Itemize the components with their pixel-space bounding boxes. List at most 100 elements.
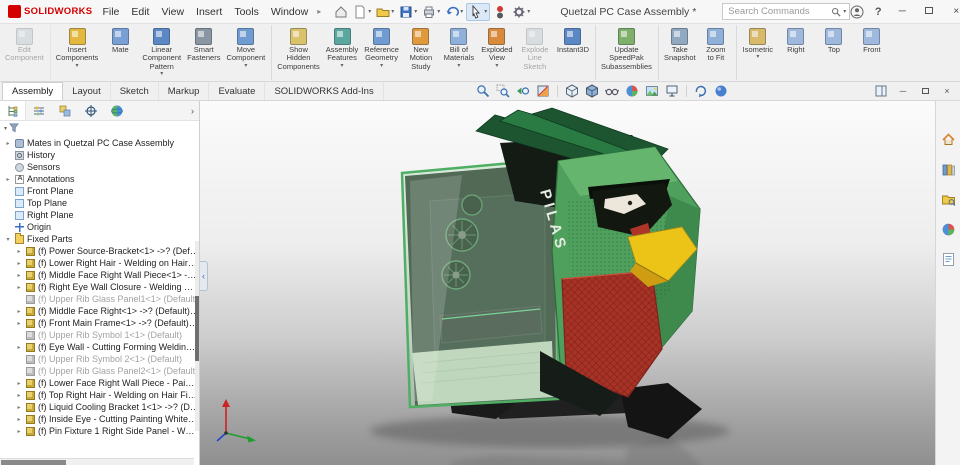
ribbon-button[interactable]: Mate ▾ xyxy=(101,25,139,80)
minimize-window-button[interactable]: ─ xyxy=(892,6,912,17)
expand-arrow-icon[interactable]: ▸ xyxy=(4,140,12,147)
apply-scene-icon[interactable] xyxy=(643,83,661,99)
appearances-scenes-icon[interactable] xyxy=(940,221,957,238)
ribbon-button[interactable]: Top ▾ xyxy=(815,25,853,80)
menu-item[interactable]: Window xyxy=(265,3,314,21)
ribbon-button[interactable]: Bill of Materials ▾ xyxy=(440,25,478,80)
view-settings-icon[interactable] xyxy=(663,83,681,99)
quetzal-pc-case-model[interactable]: PILAS xyxy=(200,101,935,465)
ribbon-button[interactable]: Update SpeedPak Subassemblies ▾ xyxy=(598,25,659,80)
expand-arrow-icon[interactable]: ▸ xyxy=(15,260,23,267)
ribbon-button[interactable]: Right ▾ xyxy=(777,25,815,80)
close-window-button[interactable]: × xyxy=(946,6,960,17)
tree-item[interactable]: (f) Upper Rib Symbol 2<1> (Default) xyxy=(0,353,199,365)
dropdown-caret-icon[interactable]: ▾ xyxy=(244,63,247,69)
print-icon[interactable]: ▾ xyxy=(420,3,442,21)
expand-arrow-icon[interactable]: ▸ xyxy=(15,380,23,387)
open-document-icon[interactable]: ▾ xyxy=(374,3,396,21)
display-style-icon[interactable] xyxy=(583,83,601,99)
menu-pin-icon[interactable]: ▸ xyxy=(314,7,324,16)
select-cursor-icon[interactable]: ▾ xyxy=(466,2,491,21)
tree-item[interactable]: ▸ (f) Lower Face Right Wall Piece - Pain… xyxy=(0,377,199,389)
menu-item[interactable]: File xyxy=(96,3,125,21)
options-gear-icon[interactable]: ▾ xyxy=(510,3,532,21)
search-commands-input[interactable] xyxy=(726,5,830,18)
search-commands-box[interactable]: ▾ xyxy=(722,3,851,20)
tree-item[interactable]: (f) Upper Rib Glass Panel1<1> (Default) xyxy=(0,293,199,305)
save-icon[interactable]: ▾ xyxy=(397,3,419,21)
dimxpertmanager-tab[interactable] xyxy=(78,101,104,120)
expand-arrow-icon[interactable]: ▸ xyxy=(15,248,23,255)
tree-item[interactable]: ▸ (f) Eye Wall - Cutting Forming Welding… xyxy=(0,341,199,353)
tree-item[interactable]: Right Plane xyxy=(0,209,199,221)
ribbon-button[interactable]: Move Component ▾ xyxy=(223,25,273,80)
ribbon-button[interactable]: Show Hidden Components ▾ xyxy=(274,25,323,80)
menu-item[interactable]: View xyxy=(155,3,190,21)
view-orientation-icon[interactable] xyxy=(563,83,581,99)
expand-arrow-icon[interactable]: ▸ xyxy=(15,284,23,291)
tree-item[interactable]: ▸ (f) Lower Right Hair - Welding on Hair… xyxy=(0,257,199,269)
edit-appearance-icon[interactable] xyxy=(623,83,641,99)
expand-arrow-icon[interactable]: ▸ xyxy=(15,320,23,327)
tree-item[interactable]: ▸ (f) Inside Eye - Cutting Painting Whit… xyxy=(0,413,199,425)
tree-horizontal-scrollbar[interactable] xyxy=(0,458,194,465)
expand-arrow-icon[interactable]: ▾ xyxy=(4,236,12,243)
menu-item[interactable]: Edit xyxy=(125,3,155,21)
configurationmanager-tab[interactable] xyxy=(52,101,78,120)
ribbon-button[interactable]: Reference Geometry ▾ xyxy=(361,25,402,80)
ribbon-button[interactable]: Front ▾ xyxy=(853,25,891,80)
ribbon-button[interactable]: Smart Fasteners ▾ xyxy=(184,25,223,80)
commandmanager-tab[interactable]: Evaluate xyxy=(209,82,266,100)
hide-show-items-icon[interactable] xyxy=(603,83,621,99)
ribbon-button[interactable]: Isometric ▾ xyxy=(739,25,777,80)
tree-item[interactable]: ▸ (f) Middle Face Right<1> ->? (Default)… xyxy=(0,305,199,317)
dropdown-caret-icon[interactable]: ▾ xyxy=(380,63,383,69)
display-pane-icon[interactable] xyxy=(872,84,890,99)
panel-expand-chevron-icon[interactable]: › xyxy=(186,101,199,120)
tree-item[interactable]: Front Plane xyxy=(0,185,199,197)
scrollbar-thumb[interactable] xyxy=(195,296,199,361)
tree-item[interactable]: ▸ (f) Right Eye Wall Closure - Welding w… xyxy=(0,281,199,293)
tree-item[interactable]: (f) Upper Rib Symbol 1<1> (Default) xyxy=(0,329,199,341)
ribbon-button[interactable]: New Motion Study ▾ xyxy=(402,25,440,80)
taskpane-home-icon[interactable] xyxy=(940,131,957,148)
expand-arrow-icon[interactable]: ▸ xyxy=(15,416,23,423)
new-document-icon[interactable]: ▾ xyxy=(351,3,373,21)
help-icon[interactable]: ? xyxy=(871,6,885,18)
previous-view-icon[interactable] xyxy=(514,83,532,99)
maximize-window-button[interactable] xyxy=(919,6,939,17)
graphics-area[interactable]: PILAS ‹ xyxy=(200,101,935,465)
expand-arrow-icon[interactable]: ▸ xyxy=(15,344,23,351)
featuremanager-tree-tab[interactable] xyxy=(0,101,26,120)
dropdown-caret-icon[interactable]: ▾ xyxy=(160,71,163,77)
menu-item[interactable]: Tools xyxy=(228,3,265,21)
expand-arrow-icon[interactable]: ▸ xyxy=(15,308,23,315)
scrollbar-thumb[interactable] xyxy=(1,460,66,465)
expand-arrow-icon[interactable]: ▸ xyxy=(15,428,23,435)
dropdown-caret-icon[interactable]: ▾ xyxy=(495,63,498,69)
dropdown-caret-icon[interactable]: ▾ xyxy=(756,54,759,60)
tree-item[interactable]: Top Plane xyxy=(0,197,199,209)
commandmanager-tab[interactable]: Assembly xyxy=(2,82,64,100)
ribbon-button[interactable]: Assembly Features ▾ xyxy=(323,25,362,80)
close-document-icon[interactable]: × xyxy=(938,84,956,99)
zoom-to-fit-icon[interactable] xyxy=(474,83,492,99)
tree-item[interactable]: Sensors xyxy=(0,161,199,173)
ribbon-button[interactable]: Linear Component Pattern ▾ xyxy=(139,25,184,80)
tree-item[interactable]: ▸ (f) Top Right Hair - Welding on Hair F… xyxy=(0,389,199,401)
tree-item[interactable]: (f) Upper Rib Glass Panel2<1> (Default) xyxy=(0,365,199,377)
filter-funnel-icon[interactable] xyxy=(9,123,19,133)
camera-view-icon[interactable] xyxy=(712,83,730,99)
expand-arrow-icon[interactable]: ▸ xyxy=(4,176,12,183)
commandmanager-tab[interactable]: Layout xyxy=(63,82,111,100)
tree-vertical-scrollbar[interactable] xyxy=(195,241,199,431)
tree-item[interactable]: Origin xyxy=(0,221,199,233)
expand-arrow-icon[interactable]: ▸ xyxy=(15,404,23,411)
displaymanager-tab[interactable] xyxy=(104,101,130,120)
dropdown-caret-icon[interactable]: ▾ xyxy=(76,63,79,69)
undo-icon[interactable]: ▾ xyxy=(443,3,465,21)
tree-item[interactable]: ▸ Mates in Quetzal PC Case Assembly xyxy=(0,137,199,149)
user-account-icon[interactable] xyxy=(850,5,864,19)
ribbon-button[interactable]: Take Snapshot ▾ xyxy=(661,25,699,80)
dropdown-caret-icon[interactable]: ▾ xyxy=(457,63,460,69)
